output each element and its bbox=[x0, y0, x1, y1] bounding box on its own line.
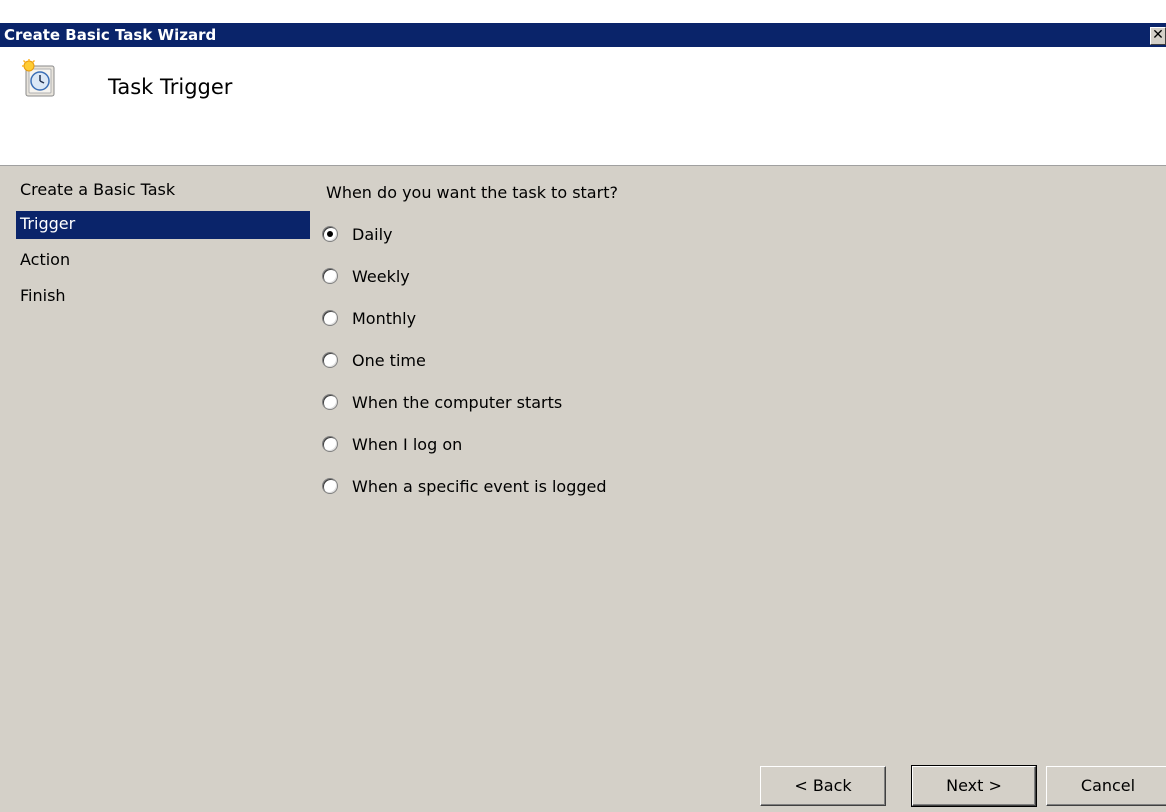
option-label: When I log on bbox=[352, 435, 463, 454]
radio-selected-dot bbox=[327, 231, 333, 237]
window-titlebar: Create Basic Task Wizard bbox=[0, 23, 1166, 47]
top-strip bbox=[0, 0, 1166, 23]
step-trigger: Trigger bbox=[16, 211, 310, 239]
back-button[interactable]: < Back bbox=[760, 766, 886, 806]
window-title: Create Basic Task Wizard bbox=[4, 26, 217, 44]
page-title: Task Trigger bbox=[108, 75, 233, 99]
task-clock-icon bbox=[22, 59, 55, 97]
option-label: Monthly bbox=[352, 309, 417, 328]
wizard-header: Task Trigger bbox=[0, 47, 1166, 165]
option-label: Weekly bbox=[352, 267, 410, 286]
radio-daily[interactable] bbox=[322, 226, 338, 242]
radio-event-logged[interactable] bbox=[322, 478, 338, 494]
close-icon: ✕ bbox=[1152, 27, 1164, 43]
radio-monthly[interactable] bbox=[322, 310, 338, 326]
step-create-basic-task: Create a Basic Task bbox=[20, 180, 176, 199]
radio-one-time[interactable] bbox=[322, 352, 338, 368]
header-divider bbox=[0, 165, 1166, 166]
option-label: When the computer starts bbox=[352, 393, 563, 412]
next-button[interactable]: Next > bbox=[911, 765, 1037, 807]
cancel-button[interactable]: Cancel bbox=[1046, 766, 1166, 806]
radio-log-on[interactable] bbox=[322, 436, 338, 452]
option-label: Daily bbox=[352, 225, 393, 244]
step-finish: Finish bbox=[20, 286, 66, 305]
radio-computer-starts[interactable] bbox=[322, 394, 338, 410]
option-label: One time bbox=[352, 351, 426, 370]
option-label: When a specific event is logged bbox=[352, 477, 607, 496]
step-action: Action bbox=[20, 250, 71, 269]
wizard-steps: Create a Basic Task Trigger Action Finis… bbox=[16, 177, 310, 319]
trigger-question: When do you want the task to start? bbox=[326, 183, 618, 202]
radio-weekly[interactable] bbox=[322, 268, 338, 284]
close-button[interactable]: ✕ bbox=[1150, 27, 1166, 45]
